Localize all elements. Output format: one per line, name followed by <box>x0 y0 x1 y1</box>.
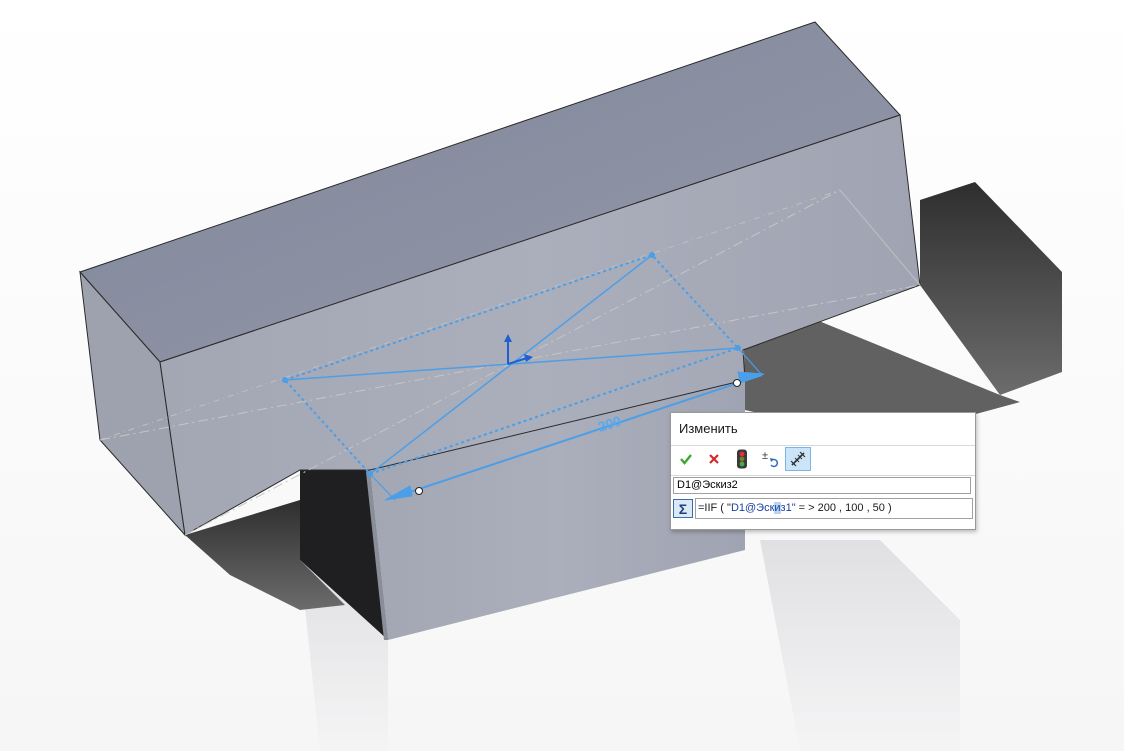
3d-model-viewport[interactable]: 200 <box>0 0 1124 751</box>
value-prefix: =IIF ( " <box>698 502 731 514</box>
value-row: Σ =IIF ( "D1@Эскиз1" = > 200 , 100 , 50 … <box>673 498 973 519</box>
value-string-a: D1@Эск <box>730 502 775 514</box>
dimension-value-input[interactable]: =IIF ( "D1@Эскиз1" = > 200 , 100 , 50 ) <box>695 498 973 519</box>
dialog-title: Изменить <box>679 421 738 436</box>
rebuild-button[interactable] <box>729 447 755 471</box>
dimension-handle-right[interactable] <box>733 379 741 387</box>
mark-for-drawing-button[interactable] <box>785 447 811 471</box>
svg-text:±: ± <box>762 450 768 462</box>
plus-minus-reverse-icon: ± <box>762 450 779 468</box>
sigma-icon: Σ <box>678 500 688 517</box>
value-string-b: з1" <box>780 502 796 514</box>
ok-icon <box>680 454 692 465</box>
cancel-button[interactable] <box>701 447 727 471</box>
modify-dimension-dialog[interactable]: Изменить ± D1@Эскиз2 Σ =IIF ("D1@Эскиз1… <box>670 412 976 530</box>
sketch-point[interactable] <box>367 471 373 477</box>
cancel-icon <box>709 454 719 464</box>
divider <box>671 445 975 446</box>
dimension-handle-left[interactable] <box>415 487 423 495</box>
reverse-sense-button[interactable]: ± <box>757 447 783 471</box>
sketch-point[interactable] <box>282 377 288 383</box>
dialog-toolbar: ± <box>673 447 811 473</box>
sketch-point[interactable] <box>649 252 655 258</box>
rebuild-traffic-light-icon <box>737 449 747 469</box>
dimension-name-field[interactable]: D1@Эскиз2 <box>673 477 971 494</box>
divider <box>671 475 975 476</box>
equation-button[interactable]: Σ <box>673 499 693 518</box>
sketch-point[interactable] <box>735 345 741 351</box>
ok-button[interactable] <box>673 447 699 471</box>
mark-dimension-icon <box>790 451 806 467</box>
value-suffix: = > 200 , 100 , 50 ) <box>795 502 892 514</box>
